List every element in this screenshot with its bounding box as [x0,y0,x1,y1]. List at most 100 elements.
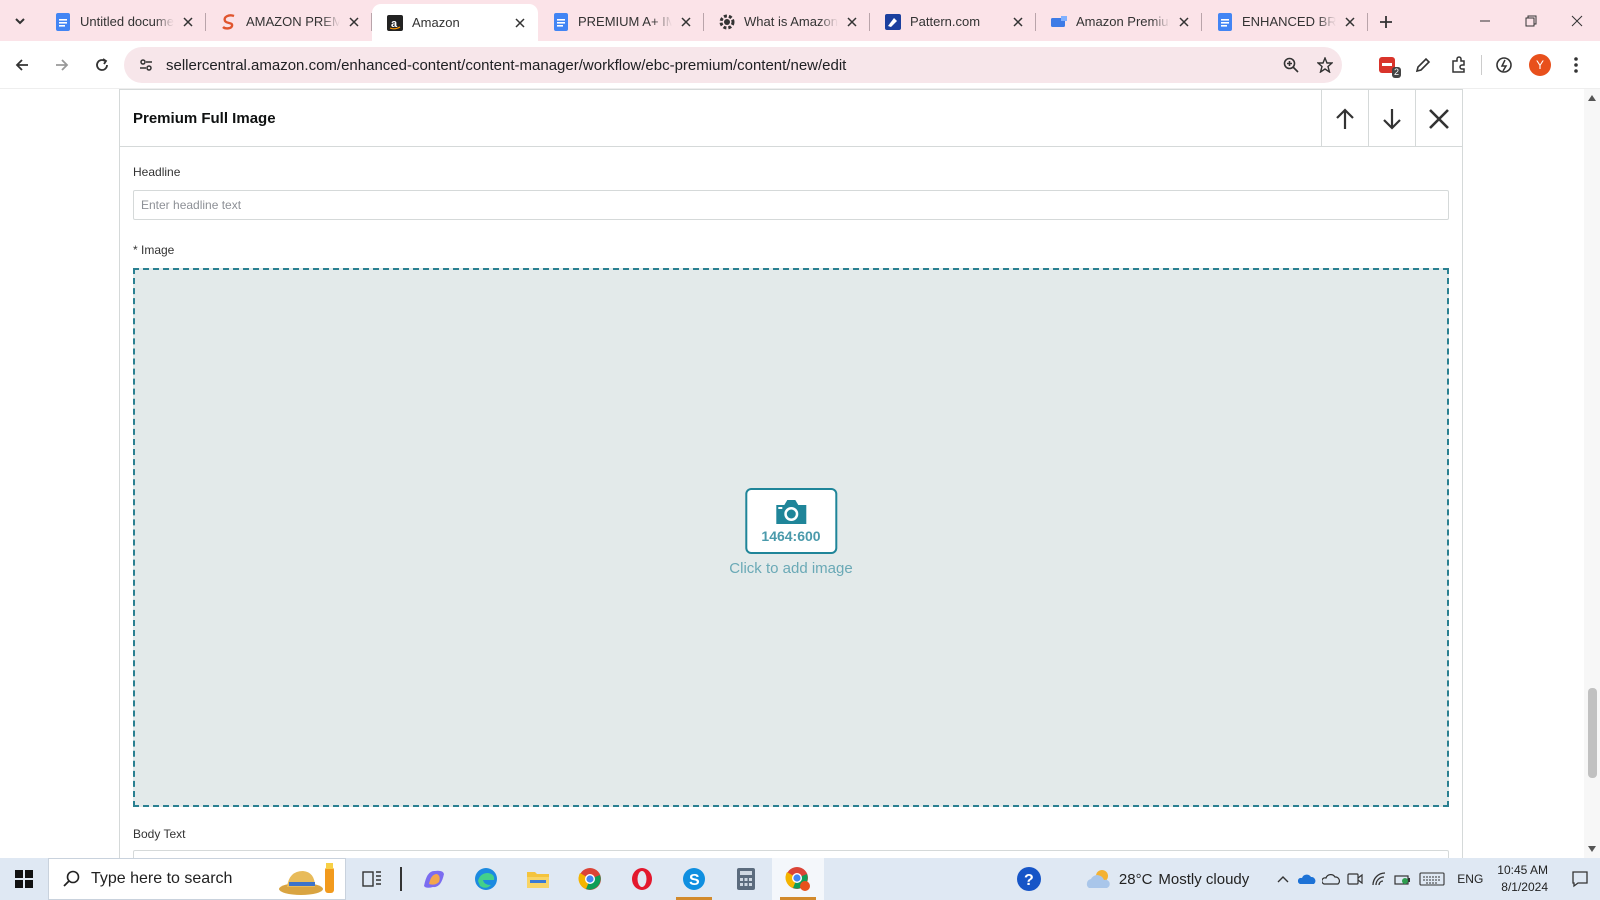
tab-close-icon[interactable] [1176,14,1192,30]
help-button[interactable]: ? [1009,858,1049,900]
chrome-button[interactable] [564,858,616,900]
task-view-button[interactable] [346,858,398,900]
weather-widget[interactable]: 28°C Mostly cloudy [1085,868,1249,890]
close-icon [1571,15,1583,26]
image-ratio: 1464:600 [761,528,821,544]
summer-hat-icon [279,863,334,895]
windows-taskbar: Type here to search S ? 28°C Mostly clou… [0,858,1600,900]
search-placeholder: Type here to search [91,870,233,887]
browser-tab[interactable]: PREMIUM A+ IM [538,4,704,39]
address-bar[interactable]: sellercentral.amazon.com/enhanced-conten… [124,47,1342,83]
browser-toolbar: sellercentral.amazon.com/enhanced-conten… [0,41,1600,89]
clock-date: 8/1/2024 [1501,880,1548,894]
extension-button[interactable]: 2 [1369,47,1405,83]
toolbar-divider [1481,55,1482,75]
system-clock[interactable]: 10:45 AM 8/1/2024 [1497,862,1548,896]
minimize-button[interactable] [1462,0,1508,41]
tab-close-icon[interactable] [844,14,860,30]
folder-icon [527,872,549,888]
add-image-prompt[interactable]: 1464:600 Click to add image [729,488,853,577]
wifi-icon[interactable] [1367,858,1391,900]
tab-title: Pattern.com [910,14,981,29]
show-hidden-icons-button[interactable] [1271,858,1295,900]
back-button[interactable] [4,47,40,83]
extensions-menu-button[interactable] [1441,47,1477,83]
forward-button[interactable] [44,47,80,83]
browser-menu-button[interactable] [1558,47,1594,83]
zoom-icon[interactable] [1274,57,1308,73]
site-settings-icon[interactable] [128,57,164,73]
browser-tab[interactable]: Untitled docume [40,4,206,39]
more-vertical-icon [1574,57,1578,73]
onedrive-icon[interactable] [1295,858,1319,900]
browser-tab[interactable]: Pattern.com [870,4,1036,39]
minimize-icon [1480,20,1490,21]
windows-logo-icon [15,870,33,888]
file-explorer-button[interactable] [512,858,564,900]
move-up-button[interactable] [1321,90,1368,147]
tab-close-icon[interactable] [1010,14,1026,30]
meet-now-icon[interactable] [1343,858,1367,900]
extension-badge: 2 [1391,67,1401,78]
weather-temperature: 28°C [1118,870,1153,888]
keyboard-icon[interactable] [1415,858,1449,900]
page-scrollbar[interactable] [1584,89,1600,858]
tab-search-button[interactable] [0,0,40,41]
reload-button[interactable] [84,47,120,83]
copilot-button[interactable] [408,858,460,900]
body-text-label: Body Text [133,827,186,841]
scrollbar-thumb[interactable] [1588,688,1597,778]
window-controls [1462,0,1600,41]
google-docs-icon [552,12,570,31]
tab-title: ENHANCED BRA [1242,14,1336,29]
edge-button[interactable] [460,858,512,900]
url-text[interactable]: sellercentral.amazon.com/enhanced-conten… [164,57,1274,74]
bookmark-star-icon[interactable] [1308,57,1342,73]
opera-icon [632,868,652,890]
browser-tab[interactable]: AMAZON PREMI [206,4,372,39]
premium-full-image-module: Premium Full Image Headline * Image 1464… [119,89,1463,858]
battery-icon[interactable] [1391,858,1415,900]
remove-module-button[interactable] [1415,90,1462,147]
new-tab-button[interactable] [1368,4,1404,39]
skype-button[interactable]: S [668,858,720,900]
browser-tab-active[interactable]: a Amazon [372,4,538,41]
move-down-button[interactable] [1368,90,1415,147]
svg-text:?: ? [1024,872,1034,889]
tab-title: Untitled docume [80,14,174,29]
tab-title: What is Amazon [744,14,838,29]
start-button[interactable] [0,858,48,900]
chrome-profile-button[interactable] [772,858,824,900]
notifications-button[interactable] [1560,858,1600,900]
close-window-button[interactable] [1554,0,1600,41]
image-upload-box[interactable]: 1464:600 [745,488,837,554]
tab-close-icon[interactable] [512,15,528,31]
taskbar-search[interactable]: Type here to search [48,858,346,900]
cloud-sync-icon[interactable] [1319,858,1343,900]
calculator-icon [737,868,755,890]
browser-tab[interactable]: Amazon Premiur [1036,4,1202,39]
performance-button[interactable] [1486,47,1522,83]
tab-close-icon[interactable] [346,14,362,30]
profile-button[interactable]: Y [1522,47,1558,83]
scroll-down-arrow[interactable] [1584,842,1600,856]
tab-close-icon[interactable] [678,14,694,30]
tab-close-icon[interactable] [1342,14,1358,30]
scroll-up-arrow[interactable] [1584,91,1600,105]
restore-button[interactable] [1508,0,1554,41]
notification-icon [1572,871,1588,888]
image-dropzone[interactable]: 1464:600 Click to add image [133,268,1449,807]
chevron-down-icon [15,17,25,24]
task-view-icon [362,871,381,887]
calculator-button[interactable] [720,858,772,900]
body-text-input[interactable] [133,850,1449,858]
browser-tab[interactable]: What is Amazon [704,4,870,39]
browser-tab[interactable]: ENHANCED BRA [1202,4,1368,39]
chevron-up-icon [1277,876,1289,883]
tab-close-icon[interactable] [180,14,196,30]
headline-input[interactable] [133,190,1449,220]
extension-button[interactable] [1405,47,1441,83]
input-language[interactable]: ENG [1457,872,1483,886]
opera-button[interactable] [616,858,668,900]
add-image-link[interactable]: Click to add image [729,560,852,577]
